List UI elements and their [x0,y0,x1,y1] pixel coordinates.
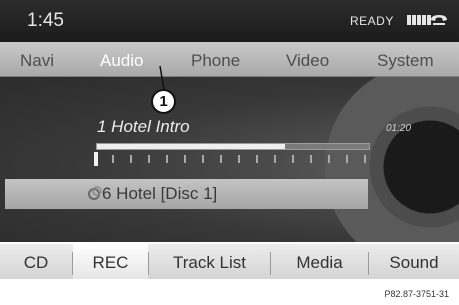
head-unit-screen: 1:45 READY Navi Audio Phone Video System… [0,0,459,279]
callout-leader-line [159,65,165,91]
figure-caption: P82.87-3751-31 [384,289,449,299]
callout-marker: 1 [151,89,176,114]
